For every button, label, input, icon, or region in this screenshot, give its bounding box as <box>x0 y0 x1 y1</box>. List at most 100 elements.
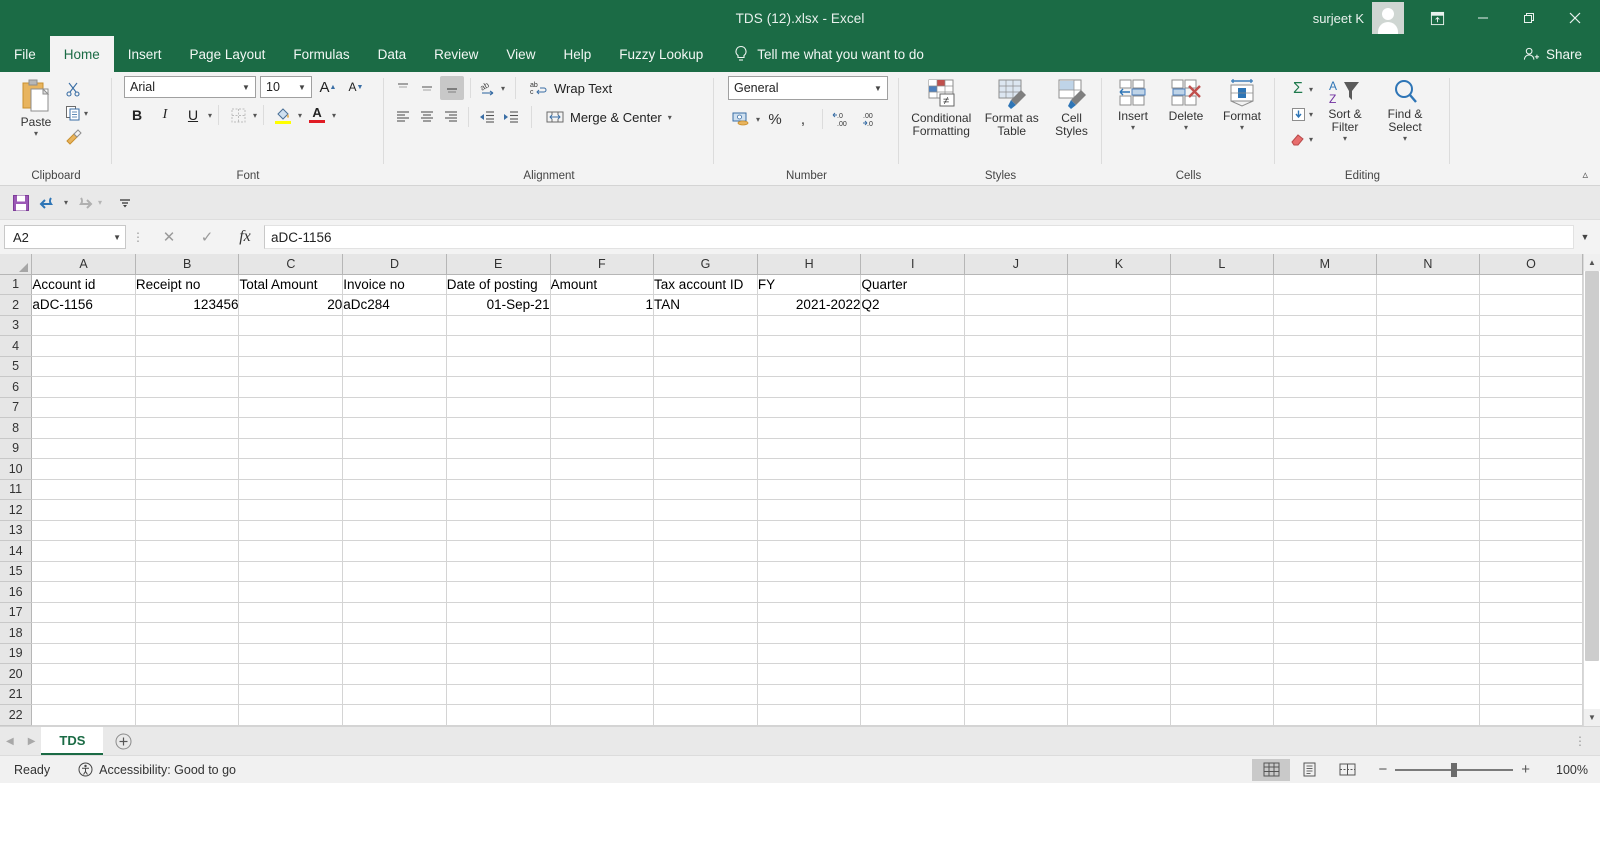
cell-B8[interactable] <box>135 418 239 439</box>
row-header-19[interactable]: 19 <box>0 643 32 664</box>
cell-G21[interactable] <box>654 684 758 705</box>
cell-O2[interactable] <box>1479 295 1582 316</box>
cell-H19[interactable] <box>757 643 861 664</box>
number-format-chevron-down-icon[interactable]: ▼ <box>871 84 885 93</box>
cell-G11[interactable] <box>654 479 758 500</box>
cell-A14[interactable] <box>32 541 136 562</box>
cell-K1[interactable] <box>1067 274 1170 295</box>
cell-C11[interactable] <box>239 479 343 500</box>
cell-I2[interactable]: Q2 <box>861 295 964 316</box>
cell-N2[interactable] <box>1376 295 1479 316</box>
cell-H7[interactable] <box>757 397 861 418</box>
cell-K9[interactable] <box>1067 438 1170 459</box>
scroll-up-button[interactable]: ▲ <box>1584 254 1600 271</box>
cell-M22[interactable] <box>1273 705 1376 726</box>
cell-L5[interactable] <box>1170 356 1273 377</box>
cell-C10[interactable] <box>239 459 343 480</box>
cell-B3[interactable] <box>135 315 239 336</box>
cell-L16[interactable] <box>1170 582 1273 603</box>
top-align-button[interactable] <box>392 77 414 99</box>
next-sheet-button[interactable]: ▶ <box>28 736 36 747</box>
cell-K2[interactable] <box>1067 295 1170 316</box>
cell-K15[interactable] <box>1067 561 1170 582</box>
find-select-chevron-down-icon[interactable]: ▾ <box>1403 134 1407 143</box>
cell-B1[interactable]: Receipt no <box>135 274 239 295</box>
cell-F13[interactable] <box>550 520 653 541</box>
cell-J18[interactable] <box>964 623 1067 644</box>
column-header-j[interactable]: J <box>964 254 1067 274</box>
cell-N22[interactable] <box>1376 705 1479 726</box>
cell-O8[interactable] <box>1479 418 1582 439</box>
cell-F5[interactable] <box>550 356 653 377</box>
sheet-tab-tds[interactable]: TDS <box>41 727 103 755</box>
cell-D18[interactable] <box>343 623 447 644</box>
tab-fuzzy-lookup[interactable]: Fuzzy Lookup <box>605 36 717 72</box>
italic-button[interactable]: I <box>152 104 178 126</box>
cell-G7[interactable] <box>654 397 758 418</box>
cell-H18[interactable] <box>757 623 861 644</box>
clear-chevron-down-icon[interactable]: ▾ <box>1309 135 1313 144</box>
cell-M12[interactable] <box>1273 500 1376 521</box>
number-format-combo[interactable]: General ▼ <box>728 76 888 100</box>
wrap-text-button[interactable]: abc Wrap Text <box>526 77 616 99</box>
cell-K3[interactable] <box>1067 315 1170 336</box>
cell-G9[interactable] <box>654 438 758 459</box>
cell-N16[interactable] <box>1376 582 1479 603</box>
cell-A3[interactable] <box>32 315 136 336</box>
cell-I6[interactable] <box>861 377 964 398</box>
cell-G14[interactable] <box>654 541 758 562</box>
decrease-indent-button[interactable] <box>475 106 497 128</box>
cell-M15[interactable] <box>1273 561 1376 582</box>
tab-page-layout[interactable]: Page Layout <box>176 36 280 72</box>
row-header-6[interactable]: 6 <box>0 377 32 398</box>
cell-H23[interactable] <box>757 725 861 726</box>
cell-D19[interactable] <box>343 643 447 664</box>
paste-button[interactable]: Paste ▾ <box>10 76 62 140</box>
decrease-font-size-button[interactable]: A▼ <box>344 76 368 98</box>
tell-me-search[interactable]: Tell me what you want to do <box>717 36 924 72</box>
cell-C22[interactable] <box>239 705 343 726</box>
cell-L1[interactable] <box>1170 274 1273 295</box>
cell-G2[interactable]: TAN <box>654 295 758 316</box>
cell-F14[interactable] <box>550 541 653 562</box>
cell-M20[interactable] <box>1273 664 1376 685</box>
cell-M16[interactable] <box>1273 582 1376 603</box>
cell-F10[interactable] <box>550 459 653 480</box>
cell-I11[interactable] <box>861 479 964 500</box>
row-header-4[interactable]: 4 <box>0 336 32 357</box>
cell-F8[interactable] <box>550 418 653 439</box>
cell-C9[interactable] <box>239 438 343 459</box>
cell-H6[interactable] <box>757 377 861 398</box>
cell-F6[interactable] <box>550 377 653 398</box>
cell-G23[interactable] <box>654 725 758 726</box>
cell-E21[interactable] <box>446 684 550 705</box>
cell-G17[interactable] <box>654 602 758 623</box>
cell-I3[interactable] <box>861 315 964 336</box>
cell-B21[interactable] <box>135 684 239 705</box>
cell-B11[interactable] <box>135 479 239 500</box>
cell-J21[interactable] <box>964 684 1067 705</box>
bottom-align-button[interactable] <box>440 76 464 100</box>
cell-N13[interactable] <box>1376 520 1479 541</box>
cell-A1[interactable]: Account id <box>32 274 136 295</box>
cell-L4[interactable] <box>1170 336 1273 357</box>
cell-M19[interactable] <box>1273 643 1376 664</box>
cell-N7[interactable] <box>1376 397 1479 418</box>
cell-D16[interactable] <box>343 582 447 603</box>
cell-L12[interactable] <box>1170 500 1273 521</box>
cell-G16[interactable] <box>654 582 758 603</box>
cell-A9[interactable] <box>32 438 136 459</box>
cell-N4[interactable] <box>1376 336 1479 357</box>
cell-E8[interactable] <box>446 418 550 439</box>
cell-L22[interactable] <box>1170 705 1273 726</box>
font-family-combo[interactable]: Arial ▼ <box>124 76 256 98</box>
cell-A15[interactable] <box>32 561 136 582</box>
cell-G13[interactable] <box>654 520 758 541</box>
cell-D22[interactable] <box>343 705 447 726</box>
cell-J6[interactable] <box>964 377 1067 398</box>
cell-M8[interactable] <box>1273 418 1376 439</box>
cell-L14[interactable] <box>1170 541 1273 562</box>
cell-H14[interactable] <box>757 541 861 562</box>
cell-H3[interactable] <box>757 315 861 336</box>
row-header-10[interactable]: 10 <box>0 459 32 480</box>
